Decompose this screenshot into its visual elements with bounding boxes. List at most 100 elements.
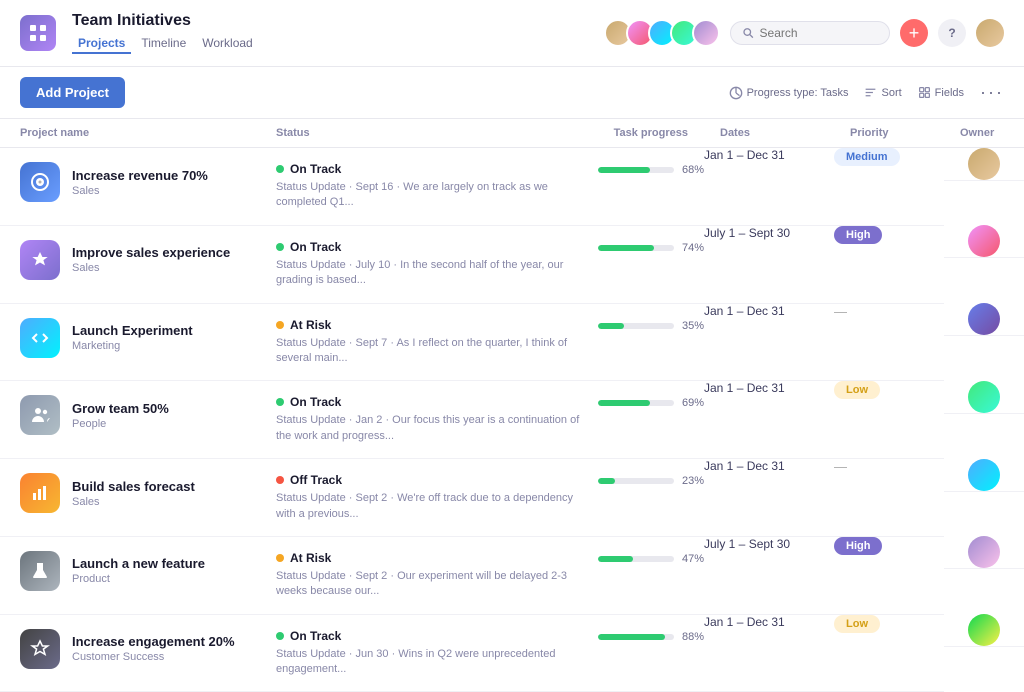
progress-type-label: Progress type: Tasks bbox=[747, 87, 849, 99]
progress-bar-bg-5 bbox=[598, 556, 674, 562]
owner-avatar-3 bbox=[968, 381, 1000, 413]
help-button[interactable]: ? bbox=[938, 19, 966, 47]
col-dates: Dates bbox=[704, 119, 834, 148]
progress-cell-0: 68% bbox=[598, 148, 704, 226]
project-team-2: Marketing bbox=[72, 340, 193, 352]
status-badge-2: At Risk bbox=[276, 318, 582, 332]
owner-cell-1 bbox=[944, 225, 1024, 258]
add-project-button[interactable]: Add Project bbox=[20, 77, 125, 108]
project-team-6: Customer Success bbox=[72, 651, 235, 663]
toolbar-right: Progress type: Tasks Sort Fields ··· bbox=[729, 82, 1004, 103]
progress-bar-fill-0 bbox=[598, 167, 650, 173]
status-badge-3: On Track bbox=[276, 395, 582, 409]
status-cell-3: On Track Status Update · Jan 2 · Our foc… bbox=[260, 381, 598, 459]
project-name-2: Launch Experiment bbox=[72, 323, 193, 338]
project-info-3: Grow team 50% People bbox=[72, 401, 169, 430]
owner-cell-6 bbox=[944, 614, 1024, 647]
owner-cell-2 bbox=[944, 303, 1024, 336]
project-info-0: Increase revenue 70% Sales bbox=[72, 168, 208, 197]
dates-cell-4: Jan 1 – Dec 31 bbox=[704, 459, 834, 537]
priority-cell-1: High bbox=[834, 225, 944, 303]
status-text-0: On Track bbox=[290, 162, 341, 176]
project-cell-1: Improve sales experience Sales bbox=[0, 225, 260, 303]
fields-action[interactable]: Fields bbox=[918, 86, 964, 99]
priority-cell-3: Low bbox=[834, 381, 944, 459]
app-header: Team Initiatives Projects Timeline Workl… bbox=[0, 0, 1024, 67]
app-icon bbox=[20, 15, 56, 51]
project-team-0: Sales bbox=[72, 185, 208, 197]
status-text-5: At Risk bbox=[290, 551, 331, 565]
status-dot-6 bbox=[276, 632, 284, 640]
dates-cell-0: Jan 1 – Dec 31 bbox=[704, 148, 834, 226]
progress-type-icon bbox=[729, 86, 743, 100]
status-badge-6: On Track bbox=[276, 629, 582, 643]
more-options-button[interactable]: ··· bbox=[980, 82, 1004, 103]
table-row[interactable]: Improve sales experience Sales On Track … bbox=[0, 225, 1024, 303]
project-cell-6: Increase engagement 20% Customer Success bbox=[0, 614, 260, 692]
col-task-progress: Task progress bbox=[598, 119, 704, 148]
col-project-name: Project name bbox=[0, 119, 260, 148]
priority-badge: High bbox=[834, 226, 882, 244]
progress-pct-1: 74% bbox=[682, 242, 704, 254]
project-cell-5: Launch a new feature Product bbox=[0, 536, 260, 614]
status-badge-4: Off Track bbox=[276, 473, 582, 487]
owner-avatar-6 bbox=[968, 614, 1000, 646]
app-title: Team Initiatives bbox=[72, 12, 588, 30]
user-avatar[interactable] bbox=[976, 19, 1004, 47]
project-icon-4 bbox=[20, 473, 60, 513]
dates-cell-3: Jan 1 – Dec 31 bbox=[704, 381, 834, 459]
table-row[interactable]: Grow team 50% People On Track Status Upd… bbox=[0, 381, 1024, 459]
add-button[interactable]: + bbox=[900, 19, 928, 47]
sort-label: Sort bbox=[881, 87, 901, 99]
project-cell-4: Build sales forecast Sales bbox=[0, 459, 260, 537]
progress-bar-fill-4 bbox=[598, 478, 616, 484]
progress-pct-6: 88% bbox=[682, 631, 704, 643]
progress-cell-2: 35% bbox=[598, 303, 704, 381]
owner-avatar-0 bbox=[968, 148, 1000, 180]
project-icon-0 bbox=[20, 162, 60, 202]
project-icon-5 bbox=[20, 551, 60, 591]
owner-cell-4 bbox=[944, 459, 1024, 492]
toolbar: Add Project Progress type: Tasks Sort bbox=[0, 67, 1024, 119]
progress-cell-3: 69% bbox=[598, 381, 704, 459]
status-update-2: Status Update · Sept 7 · As I reflect on… bbox=[276, 336, 582, 367]
table-row[interactable]: Launch a new feature Product At Risk Sta… bbox=[0, 536, 1024, 614]
table-row[interactable]: Build sales forecast Sales Off Track Sta… bbox=[0, 459, 1024, 537]
sort-action[interactable]: Sort bbox=[864, 86, 901, 99]
search-box[interactable] bbox=[730, 21, 890, 45]
project-name-1: Improve sales experience bbox=[72, 245, 230, 260]
priority-cell-0: Medium bbox=[834, 148, 944, 226]
header-right: + ? bbox=[604, 19, 1004, 47]
project-team-5: Product bbox=[72, 573, 205, 585]
progress-pct-5: 47% bbox=[682, 553, 704, 565]
table-row[interactable]: Launch Experiment Marketing At Risk Stat… bbox=[0, 303, 1024, 381]
owner-avatar-5 bbox=[968, 536, 1000, 568]
status-dot-1 bbox=[276, 243, 284, 251]
progress-pct-4: 23% bbox=[682, 475, 704, 487]
team-avatars bbox=[604, 19, 720, 47]
nav-workload[interactable]: Workload bbox=[196, 34, 258, 54]
dates-cell-5: July 1 – Sept 30 bbox=[704, 536, 834, 614]
project-cell-2: Launch Experiment Marketing bbox=[0, 303, 260, 381]
search-input[interactable] bbox=[760, 26, 877, 40]
nav-timeline[interactable]: Timeline bbox=[135, 34, 192, 54]
nav-projects[interactable]: Projects bbox=[72, 34, 131, 54]
table-header-row: Project name Status Task progress Dates … bbox=[0, 119, 1024, 148]
owner-cell-3 bbox=[944, 381, 1024, 414]
status-text-3: On Track bbox=[290, 395, 341, 409]
project-info-5: Launch a new feature Product bbox=[72, 556, 205, 585]
table-row[interactable]: Increase engagement 20% Customer Success… bbox=[0, 614, 1024, 692]
status-update-1: Status Update · July 10 · In the second … bbox=[276, 258, 582, 289]
project-team-3: People bbox=[72, 418, 169, 430]
progress-cell-5: 47% bbox=[598, 536, 704, 614]
col-owner: Owner bbox=[944, 119, 1024, 148]
status-text-4: Off Track bbox=[290, 473, 342, 487]
progress-pct-3: 69% bbox=[682, 397, 704, 409]
sort-icon bbox=[864, 86, 877, 99]
progress-type-action[interactable]: Progress type: Tasks bbox=[729, 86, 849, 100]
fields-label: Fields bbox=[935, 87, 964, 99]
table-row[interactable]: Increase revenue 70% Sales On Track Stat… bbox=[0, 148, 1024, 226]
status-text-2: At Risk bbox=[290, 318, 331, 332]
priority-dash: — bbox=[834, 304, 847, 319]
status-cell-6: On Track Status Update · Jun 30 · Wins i… bbox=[260, 614, 598, 692]
